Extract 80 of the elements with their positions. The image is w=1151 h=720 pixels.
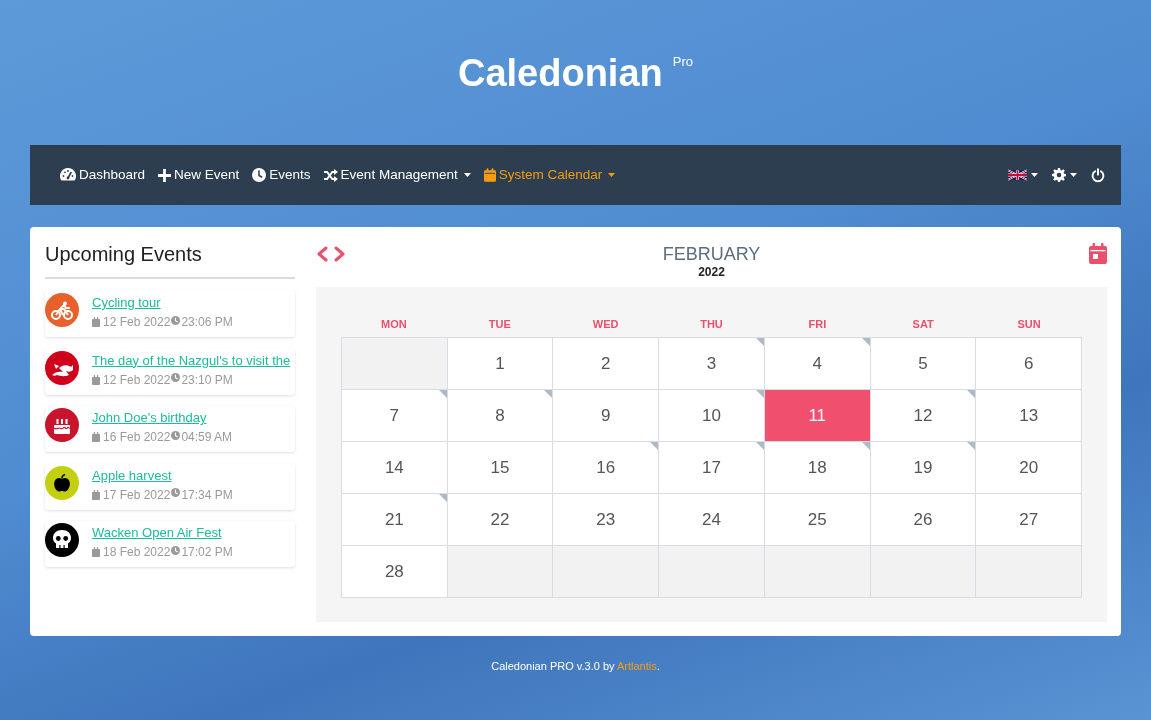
calendar-day[interactable]: 3	[659, 338, 765, 390]
calendar-icon	[483, 168, 496, 182]
calendar-icon	[92, 547, 100, 557]
calendar-day[interactable]: 23	[553, 494, 660, 546]
clock-icon	[171, 430, 181, 440]
calendar-day[interactable]: 2	[553, 338, 660, 390]
calendar-day[interactable]: 6	[976, 338, 1082, 390]
calendar-day[interactable]: 19	[870, 442, 977, 494]
event-time: 17:34 PM	[181, 486, 233, 503]
calendar-day[interactable]: 15	[447, 442, 554, 494]
calendar-day[interactable]: 24	[659, 494, 765, 546]
event-date: 18 Feb 2022	[103, 544, 171, 560]
section-heading: Upcoming Events	[45, 241, 295, 279]
calendar-day[interactable]: 22	[447, 494, 554, 546]
calendar-day[interactable]: 21	[342, 494, 448, 546]
calendar-day[interactable]: 4	[764, 338, 871, 390]
caret-icon	[1031, 173, 1038, 177]
event-date: 16 Feb 2022	[103, 429, 171, 445]
event-date: 12 Feb 2022	[103, 314, 171, 330]
calendar-day[interactable]: 10	[659, 390, 765, 442]
dashboard-icon	[60, 168, 76, 182]
chevron-right-icon[interactable]	[334, 246, 346, 262]
nav-link[interactable]: New Event	[158, 165, 240, 185]
calendar-day[interactable]: 26	[870, 494, 977, 546]
clock-icon	[171, 488, 181, 497]
calendar-day[interactable]: 17	[659, 442, 765, 494]
month-title: FEBRUARY	[662, 243, 761, 265]
calendar-icon	[92, 374, 100, 385]
calendar-day[interactable]: 8	[447, 390, 554, 442]
power-icon[interactable]	[1091, 167, 1105, 183]
calendar-day[interactable]: 5	[870, 338, 977, 390]
clock-icon	[171, 373, 181, 382]
clock-icon	[171, 315, 181, 325]
weekday-label: FRI	[807, 317, 828, 333]
calendar-day[interactable]: 1	[447, 338, 554, 390]
nav-dropdown[interactable]: System Calendar	[483, 165, 616, 185]
nav-link[interactable]: Events	[252, 165, 311, 185]
calendar-day[interactable]: 27	[976, 494, 1082, 546]
settings-icon	[1052, 168, 1066, 182]
calendar-day[interactable]: 18	[764, 442, 871, 494]
calendar-icon	[92, 317, 100, 327]
calendar-day[interactable]: 16	[553, 442, 660, 494]
plus-icon	[158, 168, 172, 182]
calendar-day[interactable]: 13	[976, 390, 1082, 442]
event-time: 23:06 PM	[181, 314, 233, 330]
flag-icon	[1008, 169, 1027, 181]
chevron-left-icon[interactable]	[316, 246, 328, 262]
language-menu-button[interactable]	[1008, 169, 1038, 181]
shuffle-icon	[323, 168, 338, 182]
nav-dropdown[interactable]: Event Management	[323, 165, 471, 185]
calendar-icon[interactable]	[1089, 243, 1107, 264]
event-time: 17:02 PM	[181, 544, 233, 560]
settings-menu-button[interactable]	[1052, 168, 1077, 182]
calendar-icon	[92, 489, 100, 500]
calendar-day[interactable]: 28	[342, 546, 448, 598]
weekday-label: MON	[380, 317, 408, 333]
weekday-label: WED	[591, 317, 620, 333]
nav-link[interactable]: Dashboard	[60, 165, 146, 185]
calendar-day[interactable]: 9	[553, 390, 660, 442]
app-title: Caledonian	[457, 52, 663, 93]
calendar-day[interactable]: 20	[976, 442, 1082, 494]
calendar-day[interactable]: 14	[342, 442, 448, 494]
calendar-day[interactable]: 7	[342, 390, 448, 442]
event-time: 23:10 PM	[181, 371, 233, 388]
edition-label: Pro	[672, 54, 693, 69]
calendar-icon	[92, 432, 100, 442]
footer-text: Caledonian PRO v.3.0 by Artlantis.	[491, 659, 660, 673]
clock-icon	[252, 168, 267, 182]
clock-icon	[171, 545, 181, 555]
weekday-label: SUN	[1016, 317, 1042, 333]
event-time: 04:59 AM	[181, 429, 233, 445]
caret-icon	[1070, 173, 1077, 177]
weekday-label: TUE	[487, 317, 512, 333]
event-date: 12 Feb 2022	[103, 371, 171, 388]
weekday-label: THU	[699, 317, 724, 333]
calendar-day[interactable]: 25	[764, 494, 871, 546]
event-date: 17 Feb 2022	[103, 486, 171, 503]
weekday-label: SAT	[911, 317, 935, 333]
calendar-day[interactable]: 12	[870, 390, 977, 442]
year-label: 2022	[698, 265, 725, 279]
